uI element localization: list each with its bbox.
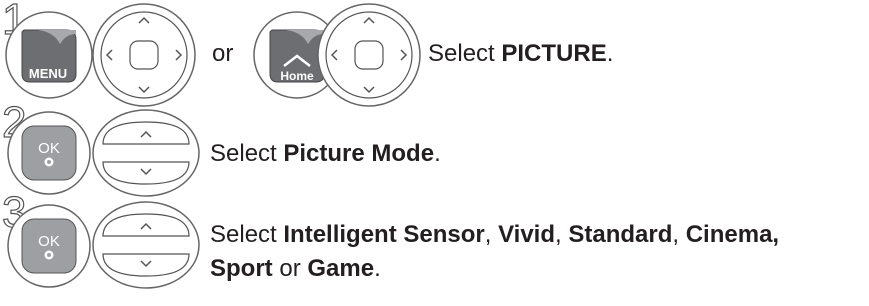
menu-button[interactable]: MENU [4, 10, 94, 100]
nav-wheel-1[interactable] [91, 2, 197, 108]
step1-instruction: Select PICTURE. [428, 40, 614, 67]
or-text: or [212, 40, 234, 67]
up-down-button-step2[interactable] [91, 108, 201, 198]
up-down-button-step3[interactable] [91, 200, 201, 290]
step3-instruction-line1: Select Intelligent Sensor, Vivid, Standa… [210, 221, 780, 248]
ok-label: OK [38, 140, 60, 157]
menu-label: MENU [29, 66, 67, 81]
step3-instruction-line2: Sport or Game. [210, 255, 381, 282]
ok-button-step3[interactable]: OK [4, 203, 94, 289]
home-label: Home [280, 69, 314, 83]
ok-button-step2[interactable]: OK [4, 110, 94, 196]
nav-wheel-2[interactable] [316, 2, 422, 108]
ok-label: OK [38, 233, 60, 250]
step2-instruction: Select Picture Mode. [210, 140, 441, 167]
